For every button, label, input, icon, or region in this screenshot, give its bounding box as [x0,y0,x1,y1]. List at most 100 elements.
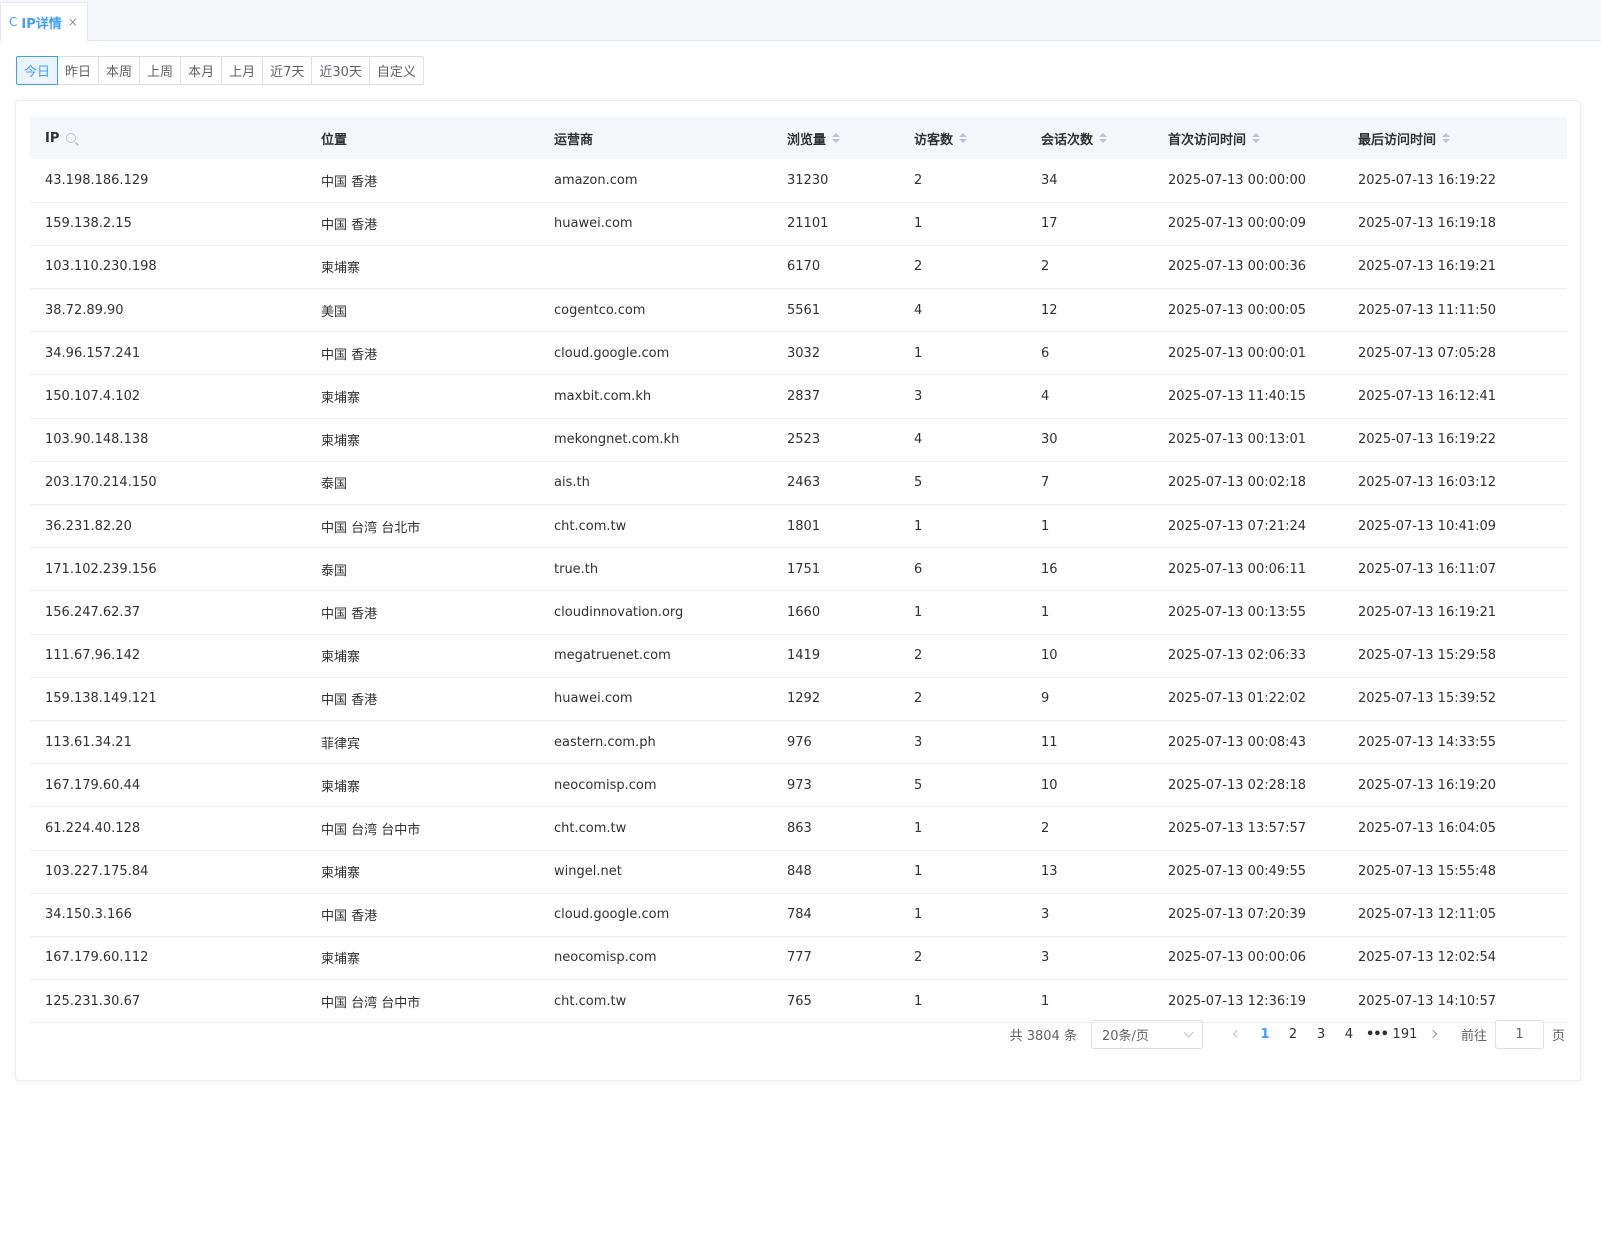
range-option-2[interactable]: 本周 [99,56,141,85]
table-row[interactable]: 167.179.60.44 柬埔寨 neocomisp.com 973 5 10 2025-… [30,764,1567,807]
range-option-8[interactable]: 自定义 [369,56,424,85]
page-last[interactable]: 191 [1391,1020,1419,1048]
sort-icon[interactable] [1099,133,1108,143]
table-row[interactable]: 36.231.82.20 中国 台湾 台北市 cht.com.tw 1801 1 1 202… [30,505,1567,548]
cell-isp: cht.com.tw [554,820,627,836]
cell-ip: 103.90.148.138 [45,432,149,448]
search-icon[interactable] [66,133,77,143]
cell-isp: cloud.google.com [554,907,670,923]
cell-location: 柬埔寨 [321,434,361,450]
cell-sessions: 11 [1041,734,1058,750]
table-row[interactable]: 34.150.3.166 中国 香港 cloud.google.com 784 1 3 20… [30,893,1567,937]
cell-ip: 61.224.40.128 [45,820,141,836]
cell-first: 2025-07-13 00:06:11 [1168,561,1307,577]
table-row[interactable]: 111.67.96.142 柬埔寨 megatruenet.com 1419 2 10 20… [30,634,1567,678]
column-header-uv[interactable]: 访客数 [899,117,1026,159]
cell-location: 中国 香港 [321,606,378,622]
cell-pv: 777 [787,950,812,966]
column-header-last[interactable]: 最后访问时间 [1343,117,1567,159]
sort-ascending-icon[interactable] [1099,133,1108,137]
chevron-right-icon [1428,1029,1438,1039]
sort-ascending-icon[interactable] [959,133,968,137]
sort-descending-icon[interactable] [832,139,841,143]
table-row[interactable]: 159.138.2.15 中国 香港 huawei.com 21101 1 17 2025-… [30,202,1567,246]
range-option-4[interactable]: 本月 [181,56,223,85]
tab-ip-details[interactable]: C IP详情 × [0,2,88,41]
cell-last: 2025-07-13 11:11:50 [1358,302,1497,318]
cell-last: 2025-07-13 14:33:55 [1358,734,1497,750]
cell-pv: 976 [787,734,812,750]
table-row[interactable]: 159.138.149.121 中国 香港 huawei.com 1292 2 9 2025… [30,677,1567,721]
page-3[interactable]: 3 [1307,1020,1335,1048]
table-row[interactable]: 167.179.60.112 柬埔寨 neocomisp.com 777 2 3 2025-… [30,936,1567,980]
column-header-label: 运营商 [554,132,594,148]
sort-icon[interactable] [832,133,841,143]
page-4[interactable]: 4 [1335,1020,1363,1048]
cell-ip: 159.138.2.15 [45,216,132,232]
table-row[interactable]: 103.90.148.138 柬埔寨 mekongnet.com.kh 2523 4 30… [30,418,1567,462]
cell-location: 中国 台湾 台北市 [321,520,421,536]
column-header-sessions[interactable]: 会话次数 [1026,117,1153,159]
column-header-content: 会话次数 [1041,129,1108,148]
sort-ascending-icon[interactable] [832,133,841,137]
sort-descending-icon[interactable] [1099,139,1108,143]
table-row[interactable]: 156.247.62.37 中国 香港 cloudinnovation.org 166… [30,591,1567,635]
cell-ip: 43.198.186.129 [45,172,149,188]
close-icon[interactable]: × [68,15,78,29]
range-option-3[interactable]: 上周 [140,56,182,85]
goto-page-input[interactable] [1494,1019,1544,1049]
cell-isp: cloud.google.com [554,345,670,361]
range-option-0[interactable]: 今日 [16,56,59,85]
sort-ascending-icon[interactable] [1442,133,1451,137]
cell-location: 中国 香港 [321,347,378,363]
range-option-6[interactable]: 近7天 [263,56,313,85]
cell-sessions: 10 [1041,648,1058,664]
prev-page-button[interactable] [1223,1020,1251,1048]
table-row[interactable]: 34.96.157.241 中国 香港 cloud.google.com 3032 1 6… [30,332,1567,375]
sort-descending-icon[interactable] [959,139,968,143]
cell-isp: cloudinnovation.org [554,604,684,620]
cell-first: 2025-07-13 11:40:15 [1168,389,1307,405]
cell-first: 2025-07-13 00:00:06 [1168,950,1307,966]
cell-pv: 848 [787,864,812,880]
table-row[interactable]: 171.102.239.156 泰国 true.th 1751 6 16 2025-07-1… [30,548,1567,591]
column-header-location: 位置 [306,117,539,159]
cell-ip: 111.67.96.142 [45,648,141,664]
table-row[interactable]: 103.227.175.84 柬埔寨 wingel.net 848 1 13 2025-07… [30,850,1567,894]
range-option-5[interactable]: 上月 [222,56,264,85]
column-header-first[interactable]: 首次访问时间 [1153,117,1343,159]
sort-descending-icon[interactable] [1442,139,1451,143]
table-row[interactable]: 150.107.4.102 柬埔寨 maxbit.com.kh 2837 3 4 2025-… [30,375,1567,419]
column-header-label: 访客数 [914,132,954,148]
cell-isp: cogentco.com [554,302,646,318]
sort-icon[interactable] [959,133,968,143]
next-page-button[interactable] [1419,1020,1447,1048]
table-row[interactable]: 113.61.34.21 菲律宾 eastern.com.ph 976 3 11 2025-… [30,720,1567,764]
cell-location: 中国 台湾 台中市 [321,995,421,1011]
range-option-1[interactable]: 昨日 [58,56,100,85]
page-2[interactable]: 2 [1279,1020,1307,1048]
range-option-7[interactable]: 近30天 [312,56,370,85]
more-pages-icon[interactable]: ••• [1363,1027,1391,1042]
table-row[interactable]: 203.170.214.150 泰国 ais.th 2463 5 7 2025-07-13 … [30,461,1567,505]
page-1[interactable]: 1 [1251,1020,1279,1048]
sort-icon[interactable] [1442,133,1451,143]
sort-icon[interactable] [1252,133,1261,143]
cell-uv: 1 [914,604,923,620]
table-row[interactable]: 61.224.40.128 中国 台湾 台中市 cht.com.tw 863 1 2 202… [30,807,1567,850]
refresh-icon[interactable]: C [9,15,17,29]
table-row[interactable]: 43.198.186.129 中国 香港 amazon.com 31230 2 34 202… [30,159,1567,203]
sort-descending-icon[interactable] [1252,139,1261,143]
table-row[interactable]: 125.231.30.67 中国 台湾 台中市 cht.com.tw 765 1 1 202… [30,980,1567,1023]
cell-isp: megatruenet.com [554,648,671,664]
column-header-pv[interactable]: 浏览量 [772,117,899,159]
sort-ascending-icon[interactable] [1252,133,1261,137]
table-row[interactable]: 103.110.230.198 柬埔寨 6170 2 2 2025-07-13 00:00… [30,245,1567,289]
cell-sessions: 1 [1041,993,1050,1009]
cell-location: 菲律宾 [321,736,361,752]
table-row[interactable]: 38.72.89.90 美国 cogentco.com 5561 4 12 2025-07-… [30,289,1567,332]
cell-pv: 31230 [787,172,829,188]
cell-location: 中国 香港 [321,218,378,234]
cell-uv: 2 [914,259,923,275]
page-size-select[interactable]: 20条/页 [1090,1019,1203,1049]
